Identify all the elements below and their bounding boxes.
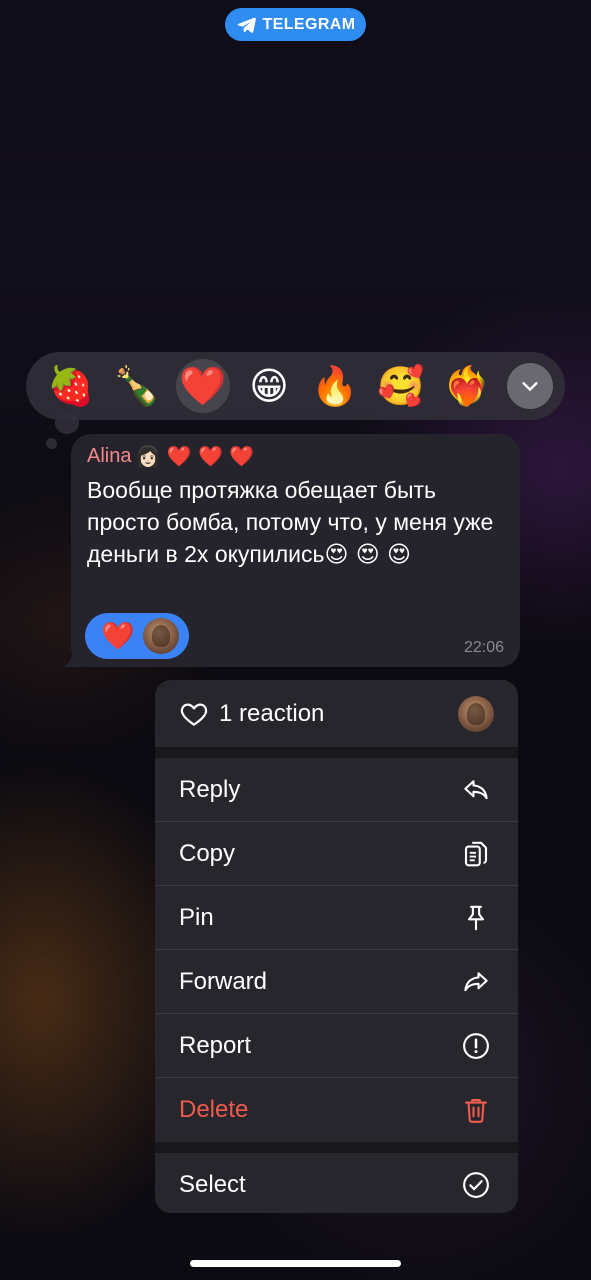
report-icon <box>460 1030 492 1062</box>
reply-menu-item[interactable]: Reply <box>155 758 518 822</box>
trash-icon <box>460 1094 492 1126</box>
pin-icon <box>460 902 492 934</box>
delete-menu-item[interactable]: Delete <box>155 1078 518 1142</box>
sender-emoji-status: 👩🏻 ❤️ ❤️ ❤️ <box>135 444 255 468</box>
select-label: Select <box>179 1171 246 1198</box>
message-body: Вообще протяжка обещает быть просто бомб… <box>87 477 494 567</box>
home-indicator[interactable] <box>190 1260 401 1267</box>
picker-tail-dot-small <box>46 438 57 449</box>
bubble-tail <box>61 645 85 667</box>
reply-label: Reply <box>179 776 241 803</box>
reply-icon <box>460 774 492 806</box>
menu-separator <box>155 1142 518 1153</box>
forward-menu-item[interactable]: Forward <box>155 950 518 1014</box>
expand-reactions-button[interactable] <box>507 363 553 409</box>
picker-tail-dot <box>55 412 79 434</box>
telegram-icon <box>237 17 256 33</box>
message-text: Вообще протяжка обещает быть просто бомб… <box>87 474 507 571</box>
reaction-heart-selected[interactable]: ❤️ <box>176 359 230 413</box>
message-emojis: 😍 😍 😍 <box>324 542 412 568</box>
reaction-champagne[interactable]: 🍾 <box>104 359 170 413</box>
reaction-picker: 🍓 🍾 ❤️ 😁 🔥 🥰 ❤️‍🔥 <box>26 352 565 420</box>
pin-label: Pin <box>179 904 214 931</box>
report-label: Report <box>179 1032 252 1059</box>
select-menu-item[interactable]: Select <box>155 1153 518 1213</box>
heart-icon: ❤️ <box>101 620 135 651</box>
reaction-count-label: 1 reaction <box>219 699 325 727</box>
reaction-strawberry[interactable]: 🍓 <box>38 359 104 413</box>
reactor-avatar <box>142 618 179 654</box>
reaction-grin[interactable]: 😁 <box>236 359 302 413</box>
copy-label: Copy <box>179 840 236 867</box>
message-time: 22:06 <box>463 639 504 656</box>
telegram-badge: TELEGRAM <box>225 8 366 41</box>
copy-menu-item[interactable]: Copy <box>155 822 518 886</box>
checkmark-circle-icon <box>460 1169 492 1201</box>
sender-name[interactable]: Alina <box>87 445 131 468</box>
reaction-smiling-hearts[interactable]: 🥰 <box>368 359 434 413</box>
reaction-heart-on-fire[interactable]: ❤️‍🔥 <box>434 359 500 413</box>
reactions-summary-row[interactable]: 1 reaction <box>155 680 518 747</box>
message-context-menu: 1 reaction Reply Copy Pin Forward Report <box>155 680 518 1213</box>
reaction-fire[interactable]: 🔥 <box>302 359 368 413</box>
message-bubble[interactable]: Alina 👩🏻 ❤️ ❤️ ❤️ Вообще протяжка обещае… <box>61 434 520 667</box>
message-reaction-chip[interactable]: ❤️ <box>85 613 189 659</box>
menu-separator <box>155 747 518 758</box>
delete-label: Delete <box>179 1096 249 1123</box>
reactor-avatar <box>458 695 494 732</box>
telegram-label: TELEGRAM <box>262 15 356 33</box>
chevron-down-icon <box>522 382 538 391</box>
forward-label: Forward <box>179 968 268 995</box>
sender-row: Alina 👩🏻 ❤️ ❤️ ❤️ <box>87 444 506 468</box>
pin-menu-item[interactable]: Pin <box>155 886 518 950</box>
heart-outline-icon <box>180 703 208 726</box>
forward-icon <box>460 966 492 998</box>
report-menu-item[interactable]: Report <box>155 1014 518 1078</box>
copy-icon <box>460 838 492 870</box>
